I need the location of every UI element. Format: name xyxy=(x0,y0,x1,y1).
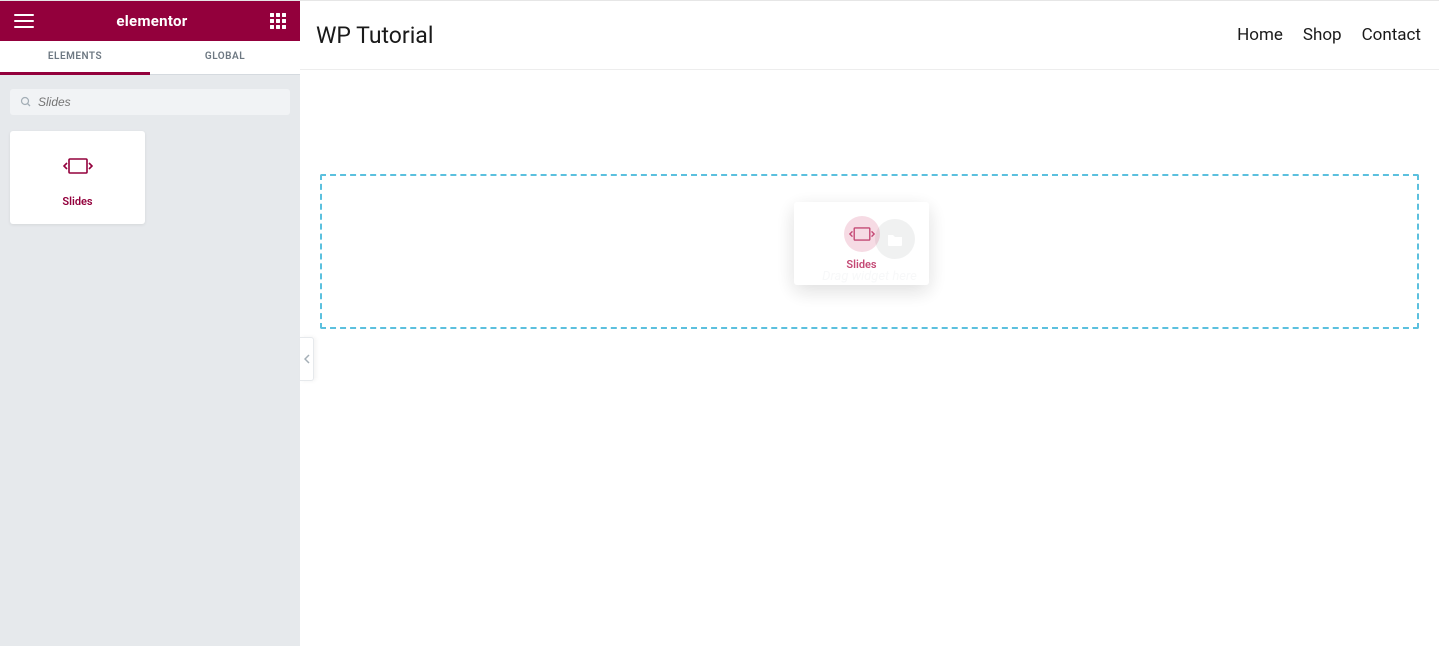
search-icon xyxy=(20,96,32,108)
brand-logo: elementor xyxy=(116,12,187,30)
tab-global[interactable]: GLOBAL xyxy=(150,41,300,74)
preview-area: WP Tutorial Home Shop Contact xyxy=(300,1,1439,646)
site-header: WP Tutorial Home Shop Contact xyxy=(300,1,1439,70)
drag-hint-text: Drag widget here xyxy=(822,269,917,284)
nav-home[interactable]: Home xyxy=(1237,25,1283,45)
widget-slides[interactable]: Slides xyxy=(10,131,145,224)
menu-icon[interactable] xyxy=(14,14,34,28)
sidebar-header: elementor xyxy=(0,1,300,41)
nav-contact[interactable]: Contact xyxy=(1362,25,1421,45)
widget-search-input[interactable] xyxy=(32,95,280,109)
widget-slides-label: Slides xyxy=(20,195,135,208)
folder-icon xyxy=(887,232,903,246)
editor-canvas[interactable]: Drag widget here Slides xyxy=(300,70,1439,646)
add-template-button[interactable] xyxy=(875,219,915,259)
nav-shop[interactable]: Shop xyxy=(1303,25,1342,45)
site-title: WP Tutorial xyxy=(316,22,433,49)
sidebar-tabs: ELEMENTS GLOBAL xyxy=(0,41,300,75)
site-nav: Home Shop Contact xyxy=(1237,25,1421,45)
dropzone-inner: Drag widget here xyxy=(822,219,917,284)
app-root: elementor ELEMENTS GLOBAL xyxy=(0,0,1439,646)
slides-icon xyxy=(20,151,135,181)
elementor-sidebar: elementor ELEMENTS GLOBAL xyxy=(0,1,300,646)
section-dropzone[interactable]: Drag widget here Slides xyxy=(320,174,1419,329)
dropzone-actions xyxy=(823,219,915,259)
sidebar-panel-body: Slides xyxy=(0,75,300,238)
tab-elements[interactable]: ELEMENTS xyxy=(0,41,150,75)
widget-search[interactable] xyxy=(10,89,290,115)
apps-grid-icon[interactable] xyxy=(270,13,286,29)
